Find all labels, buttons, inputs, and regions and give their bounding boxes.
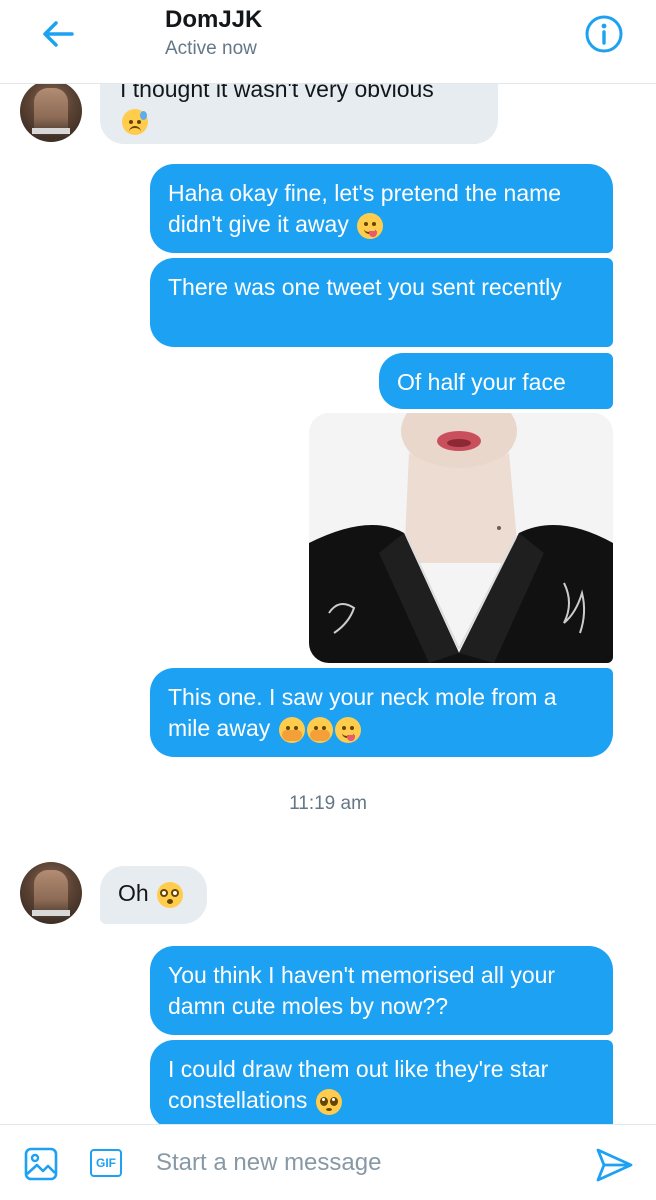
yum-emoji-icon [334,716,361,743]
message-photo[interactable] [309,413,613,663]
conversation-thread[interactable]: I thought it wasn't very obvious Haha ok… [0,0,656,1124]
message-incoming[interactable]: Oh [100,866,207,924]
pleading-emoji-icon [315,1088,342,1115]
active-status: Active now [165,38,257,59]
arrow-left-icon[interactable] [38,14,78,54]
message-outgoing[interactable]: Haha okay fine, let's pretend the name d… [150,164,613,253]
yum-emoji-icon [357,212,384,239]
shared-photo-image [309,413,613,663]
gif-button[interactable]: GIF [90,1149,122,1177]
conversation-header: DomJJK Active now [0,0,656,84]
message-outgoing[interactable]: There was one tweet you sent recently [150,258,613,347]
info-icon[interactable] [584,14,624,54]
downcast-sweat-emoji-icon [122,108,148,135]
message-outgoing[interactable]: You think I haven't memorised all your d… [150,946,613,1035]
message-text: I could draw them out like they're star … [168,1056,549,1113]
message-timestamp: 11:19 am [289,793,367,814]
message-text: There was one tweet you sent recently [168,274,562,300]
message-input[interactable] [156,1143,556,1183]
message-text: This one. I saw your neck mole from a mi… [168,684,557,741]
message-text: Of half your face [397,369,566,395]
message-composer: GIF [0,1124,656,1200]
flushed-emoji-icon [157,881,184,908]
hand-over-mouth-emoji-icon [306,716,333,743]
contact-avatar[interactable] [20,862,82,924]
hand-over-mouth-emoji-icon [278,716,305,743]
message-outgoing[interactable]: Of half your face [379,353,613,409]
message-outgoing[interactable]: I could draw them out like they're star … [150,1040,613,1124]
contact-avatar[interactable] [20,80,82,142]
image-icon[interactable] [24,1147,58,1181]
conversation-title[interactable]: DomJJK [165,6,262,34]
message-text: You think I haven't memorised all your d… [168,962,556,1019]
message-outgoing[interactable]: This one. I saw your neck mole from a mi… [150,668,613,757]
message-text: Oh [118,880,149,906]
send-icon[interactable] [594,1145,634,1185]
